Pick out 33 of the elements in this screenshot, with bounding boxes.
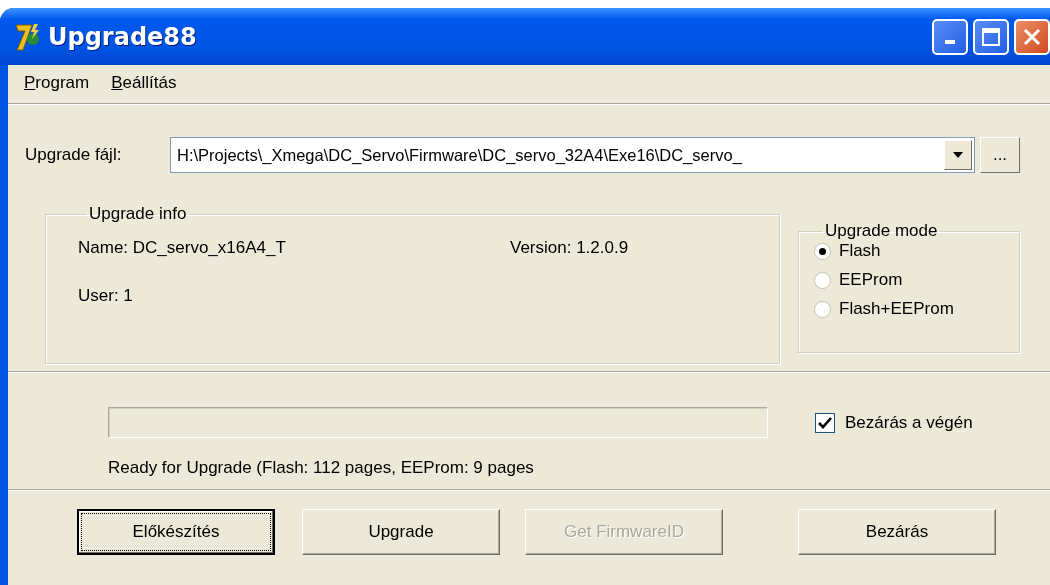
menu-item[interactable]: Program <box>24 73 90 103</box>
check-icon <box>818 416 832 429</box>
radio-button[interactable] <box>814 271 831 289</box>
group-title: Upgrade mode <box>824 221 939 241</box>
minimize-button[interactable] <box>932 18 968 55</box>
field-label: Upgrade fájl: <box>25 145 123 165</box>
close-button[interactable] <box>1014 18 1050 55</box>
menu-item[interactable]: Beállítás <box>111 73 177 103</box>
status-text: Ready for Upgrade (Flash: 112 pages, EEProm: 9 pages <box>108 458 535 479</box>
group-title: Upgrade info <box>88 204 188 224</box>
radio-label: Flash+EEProm <box>839 299 954 319</box>
dialog-button[interactable]: Bezárás <box>798 509 996 555</box>
name-text: Name: DC_servo_x16A4_T <box>78 238 287 258</box>
dialog-button[interactable]: Upgrade <box>302 509 500 555</box>
version-text: Version: 1.2.0.9 <box>510 238 630 258</box>
dropdown-button[interactable] <box>944 140 972 170</box>
caret-icon <box>953 152 963 158</box>
app-icon <box>14 21 42 52</box>
close-icon <box>1022 26 1042 47</box>
radio-label: EEProm <box>839 270 903 290</box>
window-title: Upgrade88 <box>48 22 198 51</box>
dialog-button[interactable]: Előkészítés <box>77 509 275 555</box>
file-combo-box[interactable]: H:\Projects\_Xmega\DC_Servo\Firmware\DC_servo_32A4\Exe16\DC_servo_ <box>170 137 975 173</box>
radio-button[interactable] <box>814 300 831 318</box>
radio-label: Flash <box>839 241 881 261</box>
checkbox[interactable] <box>815 412 835 433</box>
checkbox-label: Bezárás a végén <box>845 412 973 433</box>
maximize-icon <box>981 26 1001 47</box>
user-text: User: 1 <box>78 286 134 306</box>
browse-button[interactable]: ... <box>980 137 1020 173</box>
minimize-icon <box>945 39 955 44</box>
radio-button[interactable] <box>814 242 831 260</box>
maximize-button[interactable] <box>973 18 1009 55</box>
